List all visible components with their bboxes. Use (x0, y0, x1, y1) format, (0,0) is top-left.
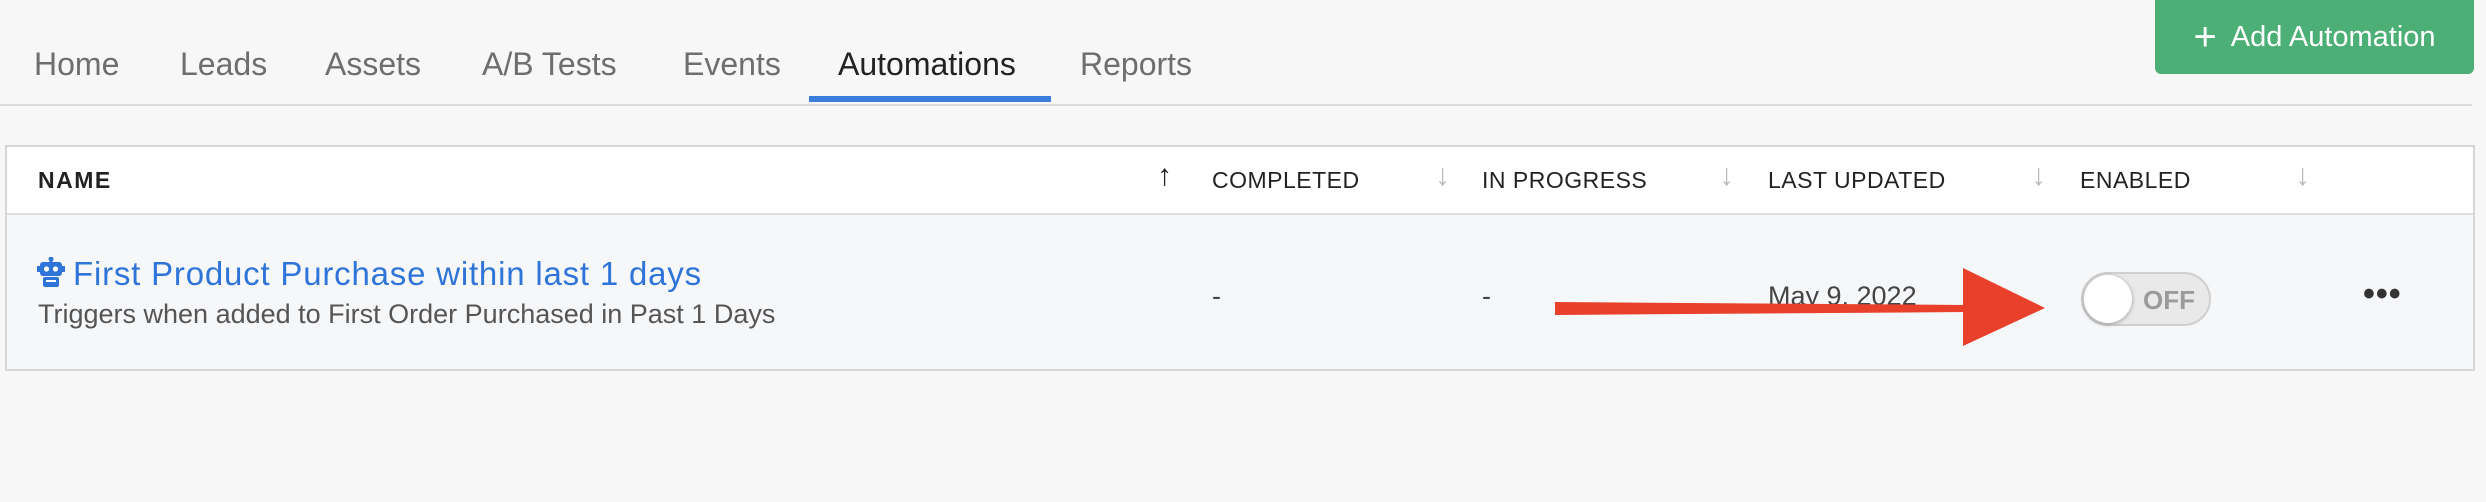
toggle-label: OFF (2143, 285, 2195, 315)
more-options-icon[interactable]: ••• (2363, 275, 2402, 314)
header-in-progress[interactable]: IN PROGRESS (1482, 167, 1647, 194)
header-completed[interactable]: COMPLETED (1212, 167, 1360, 194)
tab-bar: Home Leads Assets A/B Tests Events Autom… (0, 0, 2472, 106)
automation-description: Triggers when added to First Order Purch… (38, 299, 776, 329)
tab-home[interactable]: Home (34, 44, 119, 104)
header-last-updated[interactable]: LAST UPDATED (1768, 167, 1946, 194)
toggle-knob (2084, 275, 2132, 323)
active-tab-indicator (809, 96, 1051, 102)
automations-table: NAME ↑ COMPLETED ↓ IN PROGRESS ↓ LAST UP… (5, 145, 2475, 371)
sort-asc-icon[interactable]: ↑ (1157, 161, 1172, 191)
table-header: NAME ↑ COMPLETED ↓ IN PROGRESS ↓ LAST UP… (7, 147, 2473, 215)
automation-name-link[interactable]: First Product Purchase within last 1 day… (73, 255, 702, 293)
add-automation-button[interactable]: + Add Automation (2155, 0, 2474, 74)
in-progress-value: - (1482, 281, 1491, 311)
tab-reports[interactable]: Reports (1080, 44, 1192, 104)
annotation-arrow-icon (1555, 268, 2045, 346)
tab-ab-tests[interactable]: A/B Tests (482, 44, 617, 104)
sort-desc-icon[interactable]: ↓ (1719, 161, 1734, 191)
tab-assets[interactable]: Assets (325, 44, 421, 104)
sort-desc-icon[interactable]: ↓ (1435, 161, 1450, 191)
tab-events[interactable]: Events (683, 44, 781, 104)
table-row: First Product Purchase within last 1 day… (7, 215, 2473, 369)
tab-automations[interactable]: Automations (838, 44, 1016, 104)
tab-leads[interactable]: Leads (180, 44, 267, 104)
sort-desc-icon[interactable]: ↓ (2295, 161, 2310, 191)
sort-desc-icon[interactable]: ↓ (2031, 161, 2046, 191)
header-enabled[interactable]: ENABLED (2080, 167, 2191, 194)
enabled-toggle[interactable]: OFF (2081, 272, 2211, 326)
header-name[interactable]: NAME (38, 167, 112, 194)
completed-value: - (1212, 281, 1221, 311)
plus-icon: + (2193, 15, 2217, 59)
add-automation-label: Add Automation (2230, 20, 2436, 53)
robot-icon (37, 257, 65, 287)
